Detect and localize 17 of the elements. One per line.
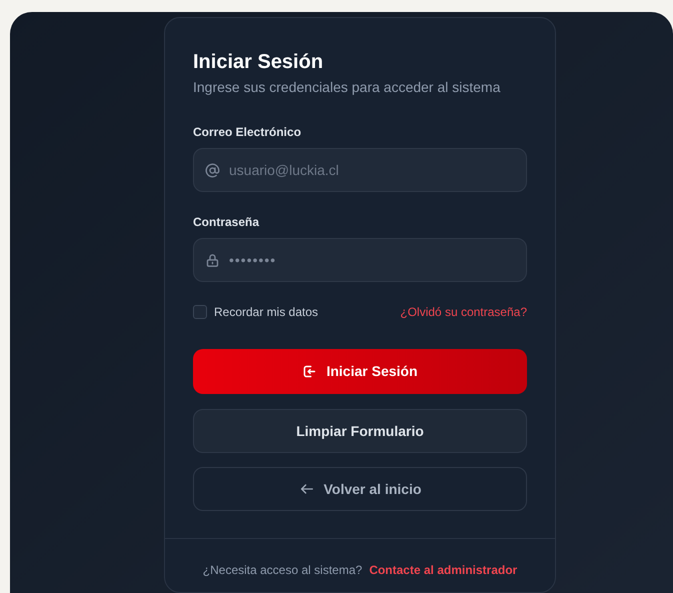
login-button[interactable]: Iniciar Sesión xyxy=(193,349,527,394)
password-field[interactable]: •••••••• xyxy=(193,238,527,282)
forgot-password-link[interactable]: ¿Olvidó su contraseña? xyxy=(400,303,527,321)
field-label: Correo Electrónico xyxy=(193,124,302,140)
login-title: Iniciar Sesión xyxy=(193,50,324,75)
contact-admin-link[interactable]: Contacte al administrador xyxy=(369,561,518,579)
clear-form-button[interactable]: Limpiar Formulario xyxy=(193,409,527,453)
footer-text: ¿Necesita acceso al sistema? xyxy=(202,562,362,579)
login-icon xyxy=(302,364,318,379)
remember-label: Recordar mis datos xyxy=(214,304,318,321)
login-subtitle: Ingrese sus credenciales para acceder al sistema xyxy=(193,78,502,97)
field-label: Contraseña xyxy=(193,214,260,230)
email-field[interactable]: usuario@luckia.cl xyxy=(193,148,527,192)
remember-checkbox[interactable] xyxy=(193,305,207,319)
back-button[interactable]: Volver al inicio xyxy=(193,467,527,511)
at-sign-icon xyxy=(205,163,220,178)
lock-icon xyxy=(205,253,220,268)
